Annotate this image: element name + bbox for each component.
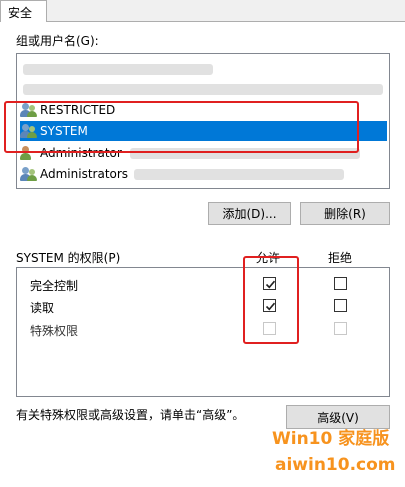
permission-full-control-label: 完全控制 bbox=[30, 279, 79, 293]
user-group-icon bbox=[20, 166, 38, 182]
deny-full-control-checkbox[interactable] bbox=[334, 277, 347, 290]
add-button[interactable]: 添加(D)... bbox=[208, 202, 291, 225]
permission-special-label: 特殊权限 bbox=[30, 324, 79, 338]
watermark-line1: Win10 家庭版 bbox=[272, 429, 390, 449]
blurred-entry bbox=[134, 168, 345, 180]
deny-special-checkbox bbox=[334, 322, 347, 335]
deny-column-header: 拒绝 bbox=[328, 251, 353, 265]
tab-security-label: 安全 bbox=[8, 6, 33, 20]
permission-read-label: 读取 bbox=[30, 301, 55, 315]
advanced-hint-text: 有关特殊权限或高级设置，请单击“高级”。 bbox=[16, 408, 245, 422]
blurred-entry bbox=[23, 84, 383, 95]
remove-button[interactable]: 删除(R) bbox=[300, 202, 390, 225]
blurred-entry bbox=[23, 64, 213, 75]
tab-security[interactable]: 安全 bbox=[0, 0, 47, 22]
deny-read-checkbox[interactable] bbox=[334, 299, 347, 312]
permissions-label: SYSTEM 的权限(P) bbox=[16, 251, 121, 265]
highlight-annotation bbox=[4, 101, 359, 153]
list-item-administrators[interactable]: Administrators bbox=[20, 164, 387, 184]
highlight-annotation bbox=[243, 256, 299, 344]
groups-label: 组或用户名(G): bbox=[16, 34, 99, 48]
list-item-label: Administrators bbox=[40, 167, 129, 181]
watermark-line2: aiwin10.com bbox=[275, 455, 396, 475]
